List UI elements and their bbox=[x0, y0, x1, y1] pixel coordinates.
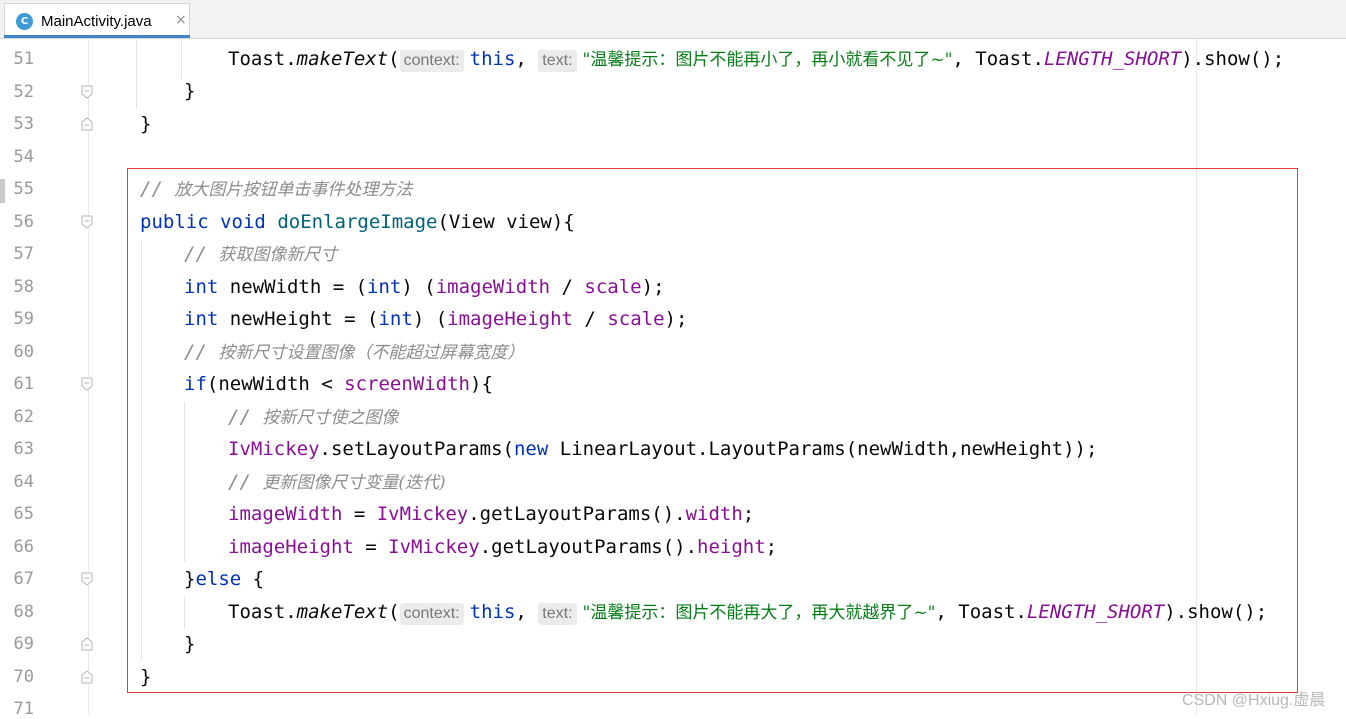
line-number: 51 bbox=[13, 49, 34, 69]
line-number: 71 bbox=[13, 699, 34, 719]
line-number: 56 bbox=[13, 212, 34, 232]
fold-start-icon[interactable] bbox=[81, 215, 93, 229]
code-token: this bbox=[469, 48, 516, 70]
line-number: 63 bbox=[13, 439, 34, 459]
line-number: 59 bbox=[13, 309, 34, 329]
editor-tab-bar bbox=[0, 0, 1346, 39]
line-number: 69 bbox=[13, 634, 34, 654]
string-literal: "温馨提示：图片不能再小了，再小就看不见了~" bbox=[582, 50, 953, 70]
fold-end-icon[interactable] bbox=[81, 85, 93, 99]
code-token: Toast. bbox=[228, 48, 297, 70]
line-number: 52 bbox=[13, 82, 34, 102]
line-number: 67 bbox=[13, 569, 34, 589]
code-line-52[interactable]: } bbox=[184, 80, 195, 102]
tab-label: MainActivity.java bbox=[41, 13, 152, 30]
code-token: , bbox=[515, 48, 539, 70]
fold-end-icon[interactable] bbox=[81, 670, 93, 684]
line-number: 64 bbox=[13, 472, 34, 492]
fold-end-icon[interactable] bbox=[81, 117, 93, 131]
line-number: 55 bbox=[13, 179, 34, 199]
line-number: 53 bbox=[13, 114, 34, 134]
line-number: 57 bbox=[13, 244, 34, 264]
code-token: , Toast. bbox=[952, 48, 1044, 70]
line-number: 65 bbox=[13, 504, 34, 524]
code-line-53[interactable]: } bbox=[140, 113, 151, 135]
code-token: makeText bbox=[296, 48, 389, 70]
line-number: 62 bbox=[13, 407, 34, 427]
line-number: 58 bbox=[13, 277, 34, 297]
active-tab-indicator bbox=[4, 35, 190, 38]
code-token: LENGTH_SHORT bbox=[1043, 48, 1182, 70]
fold-start-icon[interactable] bbox=[81, 572, 93, 586]
close-icon[interactable]: × bbox=[175, 12, 187, 29]
line-number: 66 bbox=[13, 537, 34, 557]
highlight-box bbox=[127, 168, 1298, 693]
parameter-hint: context: bbox=[399, 50, 464, 72]
code-token: ).show(); bbox=[1181, 48, 1285, 70]
line-number: 54 bbox=[13, 147, 34, 167]
fold-start-icon[interactable] bbox=[81, 377, 93, 391]
indent-guide bbox=[181, 39, 182, 79]
parameter-hint: text: bbox=[538, 50, 577, 72]
line-number: 61 bbox=[13, 374, 34, 394]
fold-end-icon[interactable] bbox=[81, 637, 93, 651]
line-number: 60 bbox=[13, 342, 34, 362]
line-number: 68 bbox=[13, 602, 34, 622]
line-number: 70 bbox=[13, 667, 34, 687]
watermark: CSDN @Hxiug.虚晨 bbox=[1182, 692, 1326, 709]
code-line-51[interactable]: Toast.makeText(context: this, text: "温馨提示：… bbox=[228, 48, 1284, 72]
code-token: ( bbox=[388, 48, 400, 70]
indent-guide bbox=[136, 39, 137, 109]
tab-main-activity[interactable]: C MainActivity.java × bbox=[4, 3, 190, 37]
java-class-icon: C bbox=[16, 13, 33, 30]
